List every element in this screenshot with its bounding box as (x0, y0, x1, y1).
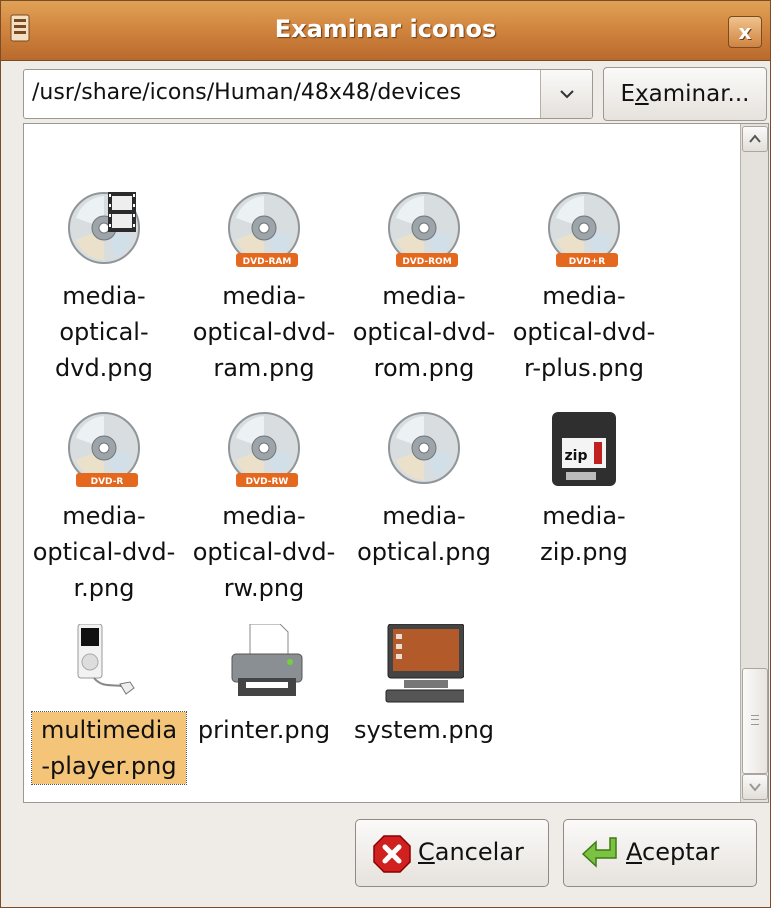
chevron-down-icon (560, 90, 574, 99)
accept-label-rest: ceptar (642, 838, 720, 866)
icon-label: system.png (353, 716, 495, 744)
browse-label-pre: E (620, 81, 636, 107)
zip-disk-icon: zip (552, 412, 616, 486)
dvd-rw-icon: DVD-RW (228, 412, 300, 487)
icon-label: media- optical-dvd- rw.png (192, 502, 336, 602)
svg-text:zip: zip (565, 448, 588, 464)
cancel-button[interactable]: Cancelar (355, 819, 549, 887)
icon-label: media- optical- dvd.png (55, 282, 153, 382)
browse-button[interactable]: Examinar... (603, 67, 767, 121)
accept-mnemonic: A (626, 838, 642, 866)
media-player-icon (77, 624, 135, 695)
dvd-r-icon: DVD-R (68, 412, 140, 487)
vertical-scrollbar[interactable] (740, 124, 768, 802)
close-button[interactable]: x (728, 16, 762, 48)
icon-browser-dialog: Examinar iconos x /usr/share/icons/Human… (0, 0, 771, 908)
scrollbar-thumb[interactable] (742, 668, 768, 774)
icon-label: media- optical-dvd- r.png (32, 502, 176, 602)
title-bar[interactable]: Examinar iconos x (1, 1, 770, 61)
combo-dropdown-button[interactable] (540, 70, 592, 118)
window-title: Examinar iconos (274, 15, 497, 43)
cancel-mnemonic: C (418, 838, 435, 866)
path-combobox[interactable]: /usr/share/icons/Human/48x48/devices (23, 69, 593, 119)
chevron-up-icon (749, 134, 761, 143)
svg-text:DVD+R: DVD+R (569, 257, 605, 267)
dvd-rom-icon: DVD-ROM (388, 192, 460, 267)
cancel-label: Cancelar (418, 838, 524, 866)
icon-label: media- optical-dvd- rom.png (352, 282, 496, 382)
browse-label-post: aminar... (648, 81, 750, 107)
accept-button[interactable]: Aceptar (563, 819, 757, 887)
svg-text:DVD-RAM: DVD-RAM (243, 257, 292, 267)
path-input[interactable]: /usr/share/icons/Human/48x48/devices (26, 72, 540, 116)
cancel-icon (373, 835, 411, 873)
scroll-up-button[interactable] (742, 126, 768, 152)
scroll-down-button[interactable] (742, 774, 768, 800)
icon-label: multimedia -player.png (31, 711, 187, 785)
printer-icon (231, 624, 303, 696)
icon-label: media- zip.png (540, 502, 628, 566)
svg-text:DVD-R: DVD-R (91, 477, 124, 487)
browse-label-mnemonic: x (635, 81, 649, 107)
computer-icon (385, 624, 464, 703)
svg-text:DVD-ROM: DVD-ROM (402, 257, 451, 267)
dvd-ram-icon: DVD-RAM (228, 192, 300, 267)
icon-label: media- optical.png (357, 502, 491, 566)
icon-view[interactable]: memory- sm.pngoptical- audio.pngoptical-… (23, 123, 769, 803)
icon-label: printer.png (197, 716, 331, 744)
chevron-down-icon (749, 783, 761, 792)
dvd-plus-r-icon: DVD+R (548, 192, 620, 267)
accept-label: Aceptar (626, 838, 719, 866)
icon-grid: memory- sm.pngoptical- audio.pngoptical-… (24, 124, 740, 802)
green-arrow-icon (581, 837, 617, 868)
dvd-video-icon (68, 192, 140, 264)
optical-disc-icon (388, 412, 460, 484)
icon-label: media- optical-dvd- ram.png (192, 282, 336, 382)
icon-label: media- optical-dvd- r-plus.png (512, 282, 656, 382)
cancel-label-rest: ancelar (434, 838, 524, 866)
svg-text:DVD-RW: DVD-RW (246, 477, 289, 487)
